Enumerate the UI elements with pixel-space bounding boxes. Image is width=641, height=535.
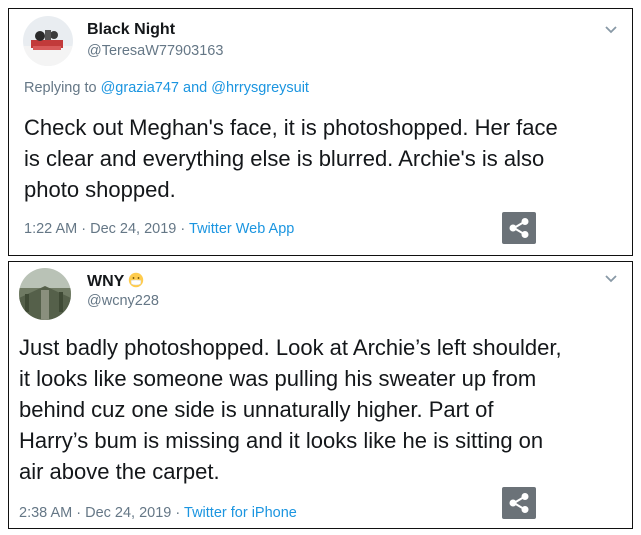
tweet-meta: 2:38 AM · Dec 24, 2019 · Twitter for iPh… [19,505,297,521]
mention-link[interactable]: @grazia747 [101,80,179,96]
separator: · [175,505,181,521]
tweet-time[interactable]: 2:38 AM [19,505,72,521]
tweet-text-line: photo shopped. [24,177,176,202]
mention-link[interactable]: @hrrysgreysuit [211,80,309,96]
tweet-text: Just badly photoshopped. Look at Archie’… [19,332,562,487]
tweet-card: WNY @wcny228 Just badly photoshopped. Lo… [8,261,633,529]
share-icon [509,218,529,238]
share-button[interactable] [502,212,536,244]
face-with-medical-mask-icon [129,272,144,288]
separator: · [76,505,82,521]
tweet-text-line: is clear and everything else is blurred.… [24,146,545,171]
share-button[interactable] [502,487,536,519]
tweet-text-line: Check out Meghan's face, it is photoshop… [24,115,558,140]
chevron-down-icon[interactable] [604,25,618,35]
user-handle[interactable]: @TeresaW77903163 [87,43,223,59]
tweet-meta: 1:22 AM · Dec 24, 2019 · Twitter Web App [24,221,294,237]
share-icon [509,493,529,513]
tweet-text-line: behind cuz one side is unnaturally highe… [19,397,494,422]
separator: · [180,221,186,237]
tweet-text-line: Harry’s bum is missing and it looks like… [19,428,544,453]
tweet-text-line: Just badly photoshopped. Look at Archie’… [19,335,562,360]
tweet-date[interactable]: Dec 24, 2019 [90,221,176,237]
avatar[interactable] [23,16,73,66]
separator: · [81,221,87,237]
avatar[interactable] [19,268,71,320]
display-name[interactable]: Black Night [87,21,175,39]
reply-context: Replying to @grazia747 and @hrrysgreysui… [24,80,309,96]
tweet-date[interactable]: Dec 24, 2019 [85,505,171,521]
tweet-text: Check out Meghan's face, it is photoshop… [24,112,558,205]
reply-prefix: Replying to [24,80,97,96]
user-handle[interactable]: @wcny228 [87,293,159,309]
chevron-down-icon[interactable] [604,274,618,284]
tweet-source[interactable]: Twitter Web App [189,221,294,237]
tweet-time[interactable]: 1:22 AM [24,221,77,237]
display-name-text: WNY [87,273,125,290]
tweet-card: Black Night @TeresaW77903163 Replying to… [8,8,633,256]
display-name[interactable]: WNY [87,272,144,291]
tweet-text-line: air above the carpet. [19,459,220,484]
reply-and: and [183,80,208,96]
tweet-text-line: it looks like someone was pulling his sw… [19,366,537,391]
tweet-source[interactable]: Twitter for iPhone [184,505,297,521]
